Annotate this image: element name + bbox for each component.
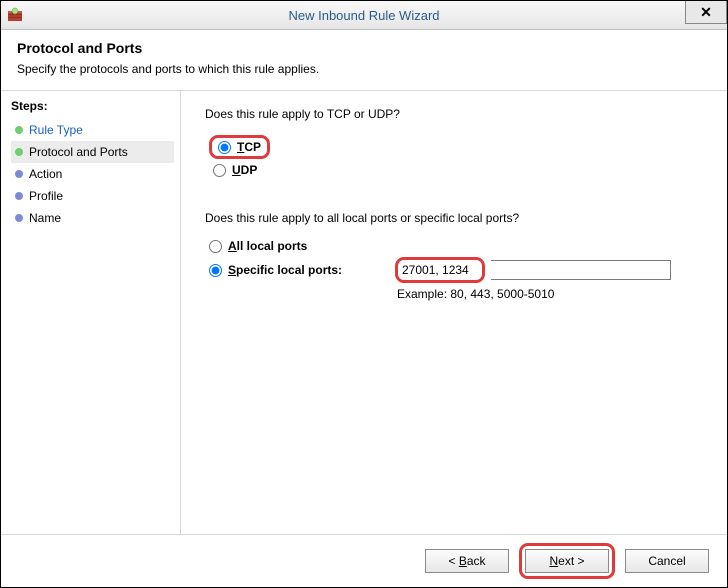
page-title: Protocol and Ports [17,40,711,56]
all-ports-label[interactable]: All local ports [228,239,307,253]
step-profile[interactable]: Profile [11,185,174,207]
specific-ports-radio[interactable] [209,264,222,277]
step-action[interactable]: Action [11,163,174,185]
ports-example-text: Example: 80, 443, 5000-5010 [397,287,703,301]
specific-ports-label[interactable]: Specific local ports: [228,263,342,277]
udp-radio[interactable] [213,164,226,177]
step-label: Protocol and Ports [29,145,128,159]
steps-sidebar: Steps: Rule Type Protocol and Ports Acti… [1,91,181,534]
specific-ports-row: Specific local ports: [209,257,703,283]
close-icon: ✕ [700,4,712,21]
highlight-ports-value [395,257,485,283]
question-protocol: Does this rule apply to TCP or UDP? [205,107,703,121]
udp-label[interactable]: UDP [232,163,257,177]
button-bar: < Back Next > Cancel [1,534,727,587]
step-bullet-icon [15,126,23,134]
all-ports-row: All local ports [209,239,703,253]
back-button[interactable]: < Back [425,549,509,573]
step-label: Name [29,211,61,225]
step-bullet-icon [15,192,23,200]
specific-ports-input[interactable] [400,262,480,278]
page-description: Specify the protocols and ports to which… [17,62,711,76]
step-label: Rule Type [29,123,83,137]
tcp-radio[interactable] [218,141,231,154]
all-ports-radio[interactable] [209,240,222,253]
port-scope-block: Does this rule apply to all local ports … [205,211,703,301]
step-bullet-icon [15,170,23,178]
close-button[interactable]: ✕ [685,1,727,24]
cancel-button[interactable]: Cancel [625,549,709,573]
udp-option-row: UDP [213,163,703,177]
wizard-window: New Inbound Rule Wizard ✕ Protocol and P… [0,0,728,588]
ports-input-tail[interactable] [491,260,671,280]
steps-heading: Steps: [11,99,180,113]
titlebar: New Inbound Rule Wizard ✕ [1,1,727,30]
step-label: Action [29,167,62,181]
window-title: New Inbound Rule Wizard [1,8,727,23]
step-name[interactable]: Name [11,207,174,229]
tcp-label[interactable]: TCP [237,140,261,154]
content-panel: Does this rule apply to TCP or UDP? TCP … [181,91,727,534]
highlight-tcp: TCP [209,135,270,159]
header-area: Protocol and Ports Specify the protocols… [1,30,727,91]
highlight-next: Next > [519,543,615,579]
step-protocol-and-ports[interactable]: Protocol and Ports [11,141,174,163]
step-rule-type[interactable]: Rule Type [11,119,174,141]
tcp-option-row: TCP [209,135,703,159]
step-label: Profile [29,189,63,203]
next-button[interactable]: Next > [525,549,609,573]
question-ports: Does this rule apply to all local ports … [205,211,703,225]
step-bullet-icon [15,148,23,156]
step-bullet-icon [15,214,23,222]
body-area: Steps: Rule Type Protocol and Ports Acti… [1,91,727,534]
firewall-icon [7,7,23,23]
